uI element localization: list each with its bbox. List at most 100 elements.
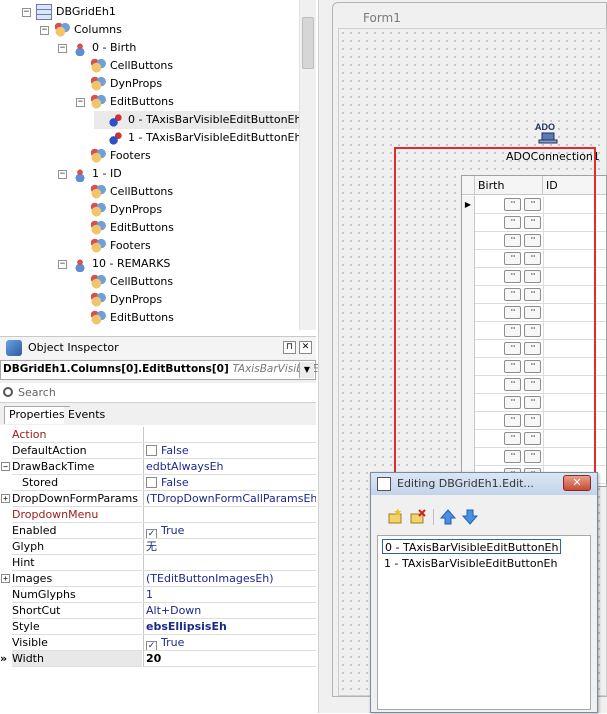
property-name: ShortCut	[12, 603, 142, 619]
tree-node[interactable]: − 0 - Birth	[58, 39, 136, 57]
property-value-text: (TDropDownFormCallParamsEh)	[146, 492, 316, 505]
property-value-text: False	[161, 476, 189, 489]
list-item[interactable]: 0 - TAxisBarVisibleEditButtonEh	[382, 539, 562, 554]
property-value[interactable]: Alt+Down	[143, 603, 316, 619]
selected-row-indicator-icon: »	[0, 652, 8, 665]
property-row[interactable]: DefaultAction False	[0, 443, 316, 459]
property-row[interactable]: NumGlyphs 1	[0, 587, 316, 603]
highlight-box	[394, 147, 596, 484]
pin-icon[interactable]: ⊓	[283, 341, 296, 354]
property-value[interactable]: ✓ True	[143, 523, 316, 539]
property-value[interactable]: (TEditButtonImagesEh)	[143, 571, 316, 587]
tree-node[interactable]: − DBGridEh1	[22, 3, 116, 21]
add-new-icon[interactable]	[387, 508, 405, 526]
tree-node[interactable]: − 10 - REMARKS	[58, 255, 170, 273]
tree-node[interactable]: DynProps	[76, 291, 162, 309]
checkbox[interactable]: ✓	[146, 529, 157, 538]
checkbox[interactable]: ✓	[146, 641, 157, 650]
tree-node[interactable]: 0 - TAxisBarVisibleEditButtonEh	[94, 111, 302, 129]
tree-node[interactable]: 1 - TAxisBarVisibleEditButtonEh	[94, 129, 301, 147]
property-value[interactable]: ✓ True	[143, 635, 316, 651]
property-row[interactable]: + Images (TEditButtonImagesEh)	[0, 571, 316, 587]
property-row[interactable]: Style ebsEllipsisEh	[0, 619, 316, 635]
property-row[interactable]: Stored False	[0, 475, 316, 491]
property-name: Style	[12, 619, 142, 635]
property-value[interactable]	[143, 427, 316, 443]
property-row[interactable]: Action	[0, 427, 316, 443]
dialog-close-button[interactable]: ✕	[563, 475, 591, 491]
tree-expander-icon[interactable]: −	[22, 7, 31, 17]
property-value[interactable]: 无	[143, 539, 316, 555]
property-value-text: (TEditButtonImagesEh)	[146, 572, 274, 585]
property-value[interactable]	[143, 555, 316, 571]
tree-scrollbar[interactable]	[299, 0, 316, 330]
property-row[interactable]: Visible ✓ True	[0, 635, 316, 651]
move-up-icon[interactable]	[439, 508, 457, 526]
search-input[interactable]: Search	[0, 383, 316, 403]
collection-editor-dialog: Editing DBGridEh1.Edit... ✕ 0 - TAxisBar…	[370, 472, 598, 713]
component-icon	[90, 76, 106, 92]
search-icon	[3, 387, 13, 397]
tree-expander-icon[interactable]: −	[58, 169, 67, 179]
tab-events[interactable]: Events	[64, 407, 110, 425]
tree-node[interactable]: EditButtons	[76, 309, 174, 327]
property-row[interactable]: Glyph 无	[0, 539, 316, 555]
checkbox[interactable]	[146, 445, 157, 456]
property-row[interactable]: − DrawBackTime edbtAlwaysEh	[0, 459, 316, 475]
tree-scrollbar-thumb[interactable]	[302, 17, 314, 69]
property-row[interactable]: Enabled ✓ True	[0, 523, 316, 539]
property-value-text: 无	[146, 540, 157, 553]
tree-node[interactable]: − EditButtons	[76, 93, 174, 111]
list-item[interactable]: 1 - TAxisBarVisibleEditButtonEh	[384, 556, 557, 571]
form-caption: Form1	[363, 11, 401, 25]
tree-expander-icon[interactable]: −	[58, 259, 67, 269]
delete-icon[interactable]	[409, 508, 427, 526]
tree-expander-icon[interactable]: −	[76, 97, 85, 107]
property-value-text: 1	[146, 588, 153, 601]
tab-properties[interactable]: Properties	[4, 406, 70, 424]
tree-node[interactable]: Footers	[76, 147, 151, 165]
checkbox[interactable]	[146, 477, 157, 488]
property-row[interactable]: Hint	[0, 555, 316, 571]
property-value[interactable]: ebsEllipsisEh	[143, 619, 316, 635]
property-value[interactable]: 20	[143, 651, 316, 667]
property-name: Glyph	[12, 539, 142, 555]
property-value[interactable]	[143, 507, 316, 523]
property-row[interactable]: ShortCut Alt+Down	[0, 603, 316, 619]
property-expander-icon[interactable]: +	[1, 494, 10, 503]
tree-node[interactable]: − 1 - ID	[58, 165, 122, 183]
tree-node[interactable]: CellButtons	[76, 183, 173, 201]
property-value[interactable]: False	[143, 475, 316, 491]
tree-node[interactable]: DynProps	[76, 75, 162, 93]
tree-expander-icon[interactable]: −	[40, 25, 49, 35]
tree-node[interactable]: CellButtons	[76, 57, 173, 75]
inspector-titlebar: Object Inspector ⊓ ✕	[0, 337, 316, 359]
tree-node[interactable]: Footers	[76, 237, 151, 255]
property-name: DropdownMenu	[12, 507, 142, 523]
property-value[interactable]: False	[143, 443, 316, 459]
tree-node[interactable]: − Columns	[40, 21, 122, 39]
property-value[interactable]: (TDropDownFormCallParamsEh)	[143, 491, 316, 507]
property-expander-icon[interactable]: −	[1, 462, 10, 471]
button-icon	[108, 130, 124, 146]
property-expander-icon[interactable]: +	[1, 574, 10, 583]
tree-node[interactable]: DynProps	[76, 201, 162, 219]
property-name: Width	[12, 651, 142, 667]
tree-node-label: DynProps	[110, 293, 163, 306]
chevron-down-icon[interactable]: ▼	[299, 362, 314, 378]
collection-list: 0 - TAxisBarVisibleEditButtonEh 1 - TAxi…	[377, 535, 591, 710]
ado-connection-icon[interactable]: ADO	[534, 120, 560, 146]
property-row[interactable]: DropdownMenu	[0, 507, 316, 523]
property-row[interactable]: » Width 20	[0, 651, 316, 667]
tree-node[interactable]: CellButtons	[76, 273, 173, 291]
close-icon[interactable]: ✕	[299, 341, 312, 354]
property-row[interactable]: + DropDownFormParams (TDropDownFormCallPar…	[0, 491, 316, 507]
move-down-icon[interactable]	[461, 508, 479, 526]
property-value[interactable]: 1	[143, 587, 316, 603]
object-selector[interactable]: DBGridEh1.Columns[0].EditButtons[0] TAxi…	[0, 360, 319, 380]
column-icon	[72, 166, 88, 182]
tree-node[interactable]: EditButtons	[76, 219, 174, 237]
tree-node-label: EditButtons	[110, 311, 174, 324]
property-value[interactable]: edbtAlwaysEh	[143, 459, 316, 475]
tree-expander-icon[interactable]: −	[58, 43, 67, 53]
